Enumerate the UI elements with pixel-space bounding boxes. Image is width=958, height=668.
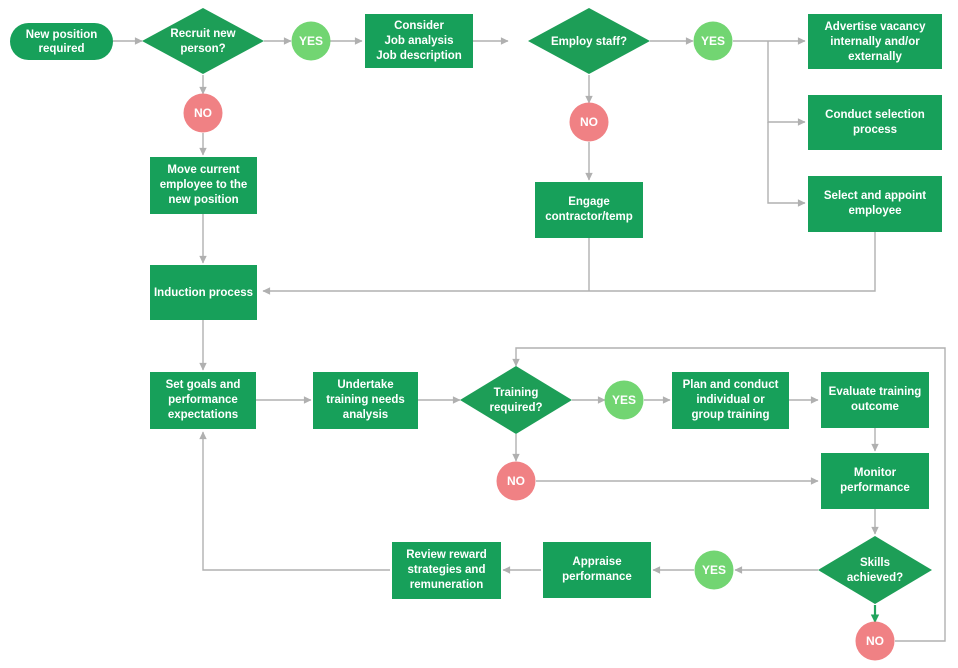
node-review-reward[interactable]: Review reward strategies and remuneratio… bbox=[392, 542, 501, 599]
badge-employ-no[interactable]: NO bbox=[569, 102, 609, 142]
node-skills-decision[interactable]: Skills achieved? bbox=[818, 536, 932, 604]
edge-yes-to-conduct-selection bbox=[767, 41, 806, 126]
badge-skills-yes[interactable]: YES bbox=[694, 550, 734, 590]
node-evaluate-training[interactable]: Evaluate training outcome bbox=[821, 372, 929, 428]
node-advertise[interactable]: Advertise vacancy internally and/or exte… bbox=[808, 14, 942, 69]
node-conduct-selection[interactable]: Conduct selection process bbox=[808, 95, 942, 150]
node-training-needs[interactable]: Undertake training needs analysis bbox=[313, 372, 418, 429]
node-employ-decision[interactable]: Employ staff? bbox=[528, 8, 650, 74]
node-start[interactable] bbox=[10, 23, 113, 60]
node-appraise[interactable]: Appraise performance bbox=[543, 542, 651, 598]
badge-skills-no[interactable]: NO bbox=[855, 621, 895, 661]
node-consider-job[interactable]: Consider Job analysis Job description bbox=[365, 14, 473, 68]
badge-recruit-no[interactable]: NO bbox=[183, 93, 223, 133]
edge-review-to-set-goals bbox=[199, 431, 390, 571]
node-recruit-decision[interactable]: Recruit new person? bbox=[142, 8, 264, 74]
badge-recruit-yes[interactable]: YES bbox=[291, 21, 331, 61]
node-engage-contractor[interactable]: Engage contractor/temp bbox=[535, 182, 643, 238]
node-set-goals[interactable]: Set goals and performance expectations bbox=[150, 372, 256, 429]
edge-select-appoint-to-induction bbox=[262, 232, 876, 295]
badge-training-no[interactable]: NO bbox=[496, 461, 536, 501]
badge-employ-yes[interactable]: YES bbox=[693, 21, 733, 61]
node-training-decision[interactable]: Training required? bbox=[460, 366, 572, 434]
flowchart-svg: Recruit new person? YES NO Consider Job … bbox=[10, 8, 946, 661]
edge-yes-to-select-appoint bbox=[767, 122, 806, 207]
node-select-appoint[interactable]: Select and appoint employee bbox=[808, 176, 942, 232]
node-plan-training[interactable]: Plan and conduct individual or group tra… bbox=[672, 372, 789, 429]
badge-training-yes[interactable]: YES bbox=[604, 380, 644, 420]
node-induction[interactable]: Induction process bbox=[150, 265, 257, 320]
node-move-employee[interactable]: Move current employee to the new positio… bbox=[150, 157, 257, 214]
node-monitor-performance[interactable]: Monitor performance bbox=[821, 453, 929, 509]
flowchart-canvas: Recruit new person? YES NO Consider Job … bbox=[0, 0, 958, 668]
